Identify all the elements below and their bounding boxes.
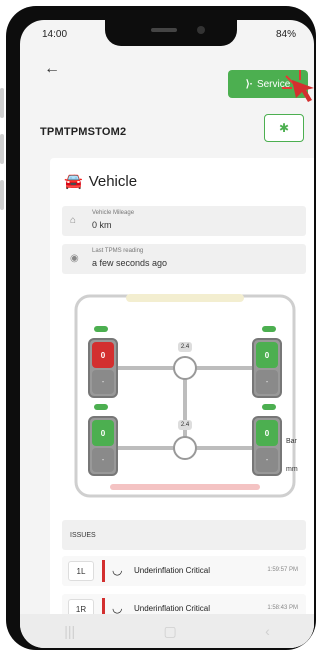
issue-row[interactable]: 1L ◡ Underinflation Critical 1:59:57 PM [62, 556, 306, 586]
camera-notch [105, 20, 237, 46]
issue-text: Underinflation Critical [134, 566, 211, 575]
rear-axle-hub [173, 436, 197, 460]
tire-front-right-pressure: 0 [256, 342, 278, 368]
tread-unit: mm [286, 466, 298, 473]
vehicle-diagram: 2.4 2.4 0 - 0 - 0 - 0 - Bar mm [70, 288, 300, 500]
tire-rear-left-pressure: 0 [92, 420, 114, 446]
odometer-icon: ⌂ [70, 215, 77, 226]
top-bar: ← ⟩· Service [20, 48, 314, 98]
critical-marker [102, 560, 105, 582]
tire-front-right-tread: - [256, 370, 278, 394]
status-time: 14:00 [42, 29, 68, 40]
issue-text: Underinflation Critical [134, 604, 211, 613]
home-icon[interactable]: ▢ [164, 623, 177, 640]
tire-front-left-pressure: 0 [92, 342, 114, 368]
tire-rear-left-tread: - [92, 448, 114, 472]
mileage-value: 0 km [92, 220, 112, 230]
device-id: TPMTPMSTOM2 [40, 126, 127, 138]
tire-rear-left[interactable]: 0 - [88, 416, 118, 476]
tire-front-left-tread: - [92, 370, 114, 394]
signal-icon: ⟩· [245, 78, 253, 90]
tpms-row: ◉ Last TPMS reading a few seconds ago [62, 244, 306, 274]
issue-time: 1:58:43 PM [267, 605, 298, 611]
vehicle-card: 🚘 Vehicle ⌂ Vehicle Mileage 0 km ◉ Last … [50, 158, 314, 648]
sensor-front-left [94, 326, 108, 332]
tpms-label: Last TPMS reading [92, 248, 144, 254]
phone-frame: 14:00 84% ← ⟩· Service TPMTPMSTOM2 ✱ 🚘 V… [6, 6, 316, 650]
left-edge-tabs [0, 88, 4, 248]
issue-time: 1:59:57 PM [267, 567, 298, 573]
tire-front-left[interactable]: 0 - [88, 338, 118, 398]
sensor-rear-right [262, 404, 276, 410]
tire-rear-right[interactable]: 0 - [252, 416, 282, 476]
tire-front-right[interactable]: 0 - [252, 338, 282, 398]
tire-rear-right-tread: - [256, 448, 278, 472]
vehicle-title: 🚘 Vehicle [64, 172, 138, 191]
vehicle-title-text: Vehicle [88, 172, 138, 190]
bluetooth-button[interactable]: ✱ [264, 114, 304, 142]
tire-warning-icon: ◡ [112, 563, 123, 577]
pressure-unit: Bar [286, 438, 297, 445]
front-axle-hub [173, 356, 197, 380]
tpms-value: a few seconds ago [92, 258, 168, 268]
speaker-pill [151, 28, 177, 32]
issues-header: ISSUES [62, 520, 306, 550]
tire-warning-icon: ◡ [112, 601, 123, 615]
sensor-rear-left [94, 404, 108, 410]
app-screen: 14:00 84% ← ⟩· Service TPMTPMSTOM2 ✱ 🚘 V… [20, 20, 314, 648]
issue-position: 1L [68, 561, 94, 581]
back-nav-icon[interactable]: ‹ [265, 623, 270, 639]
tpms-icon: ◉ [70, 253, 79, 264]
bluetooth-icon: ✱ [278, 121, 290, 135]
mileage-label: Vehicle Mileage [92, 210, 135, 216]
cursor-pointer-icon [282, 70, 314, 102]
sensor-front-right [262, 326, 276, 332]
back-arrow-icon[interactable]: ← [44, 60, 60, 78]
mileage-row: ⌂ Vehicle Mileage 0 km [62, 206, 306, 236]
android-nav-bar: ||| ▢ ‹ [20, 614, 314, 648]
recent-apps-icon[interactable]: ||| [64, 623, 75, 639]
status-battery: 84% [275, 29, 296, 40]
car-icon: 🚘 [64, 173, 83, 190]
rear-axle-pressure: 2.4 [178, 420, 192, 430]
front-axle-pressure: 2.4 [178, 342, 192, 352]
camera-dot [197, 26, 205, 34]
tire-rear-right-pressure: 0 [256, 420, 278, 446]
